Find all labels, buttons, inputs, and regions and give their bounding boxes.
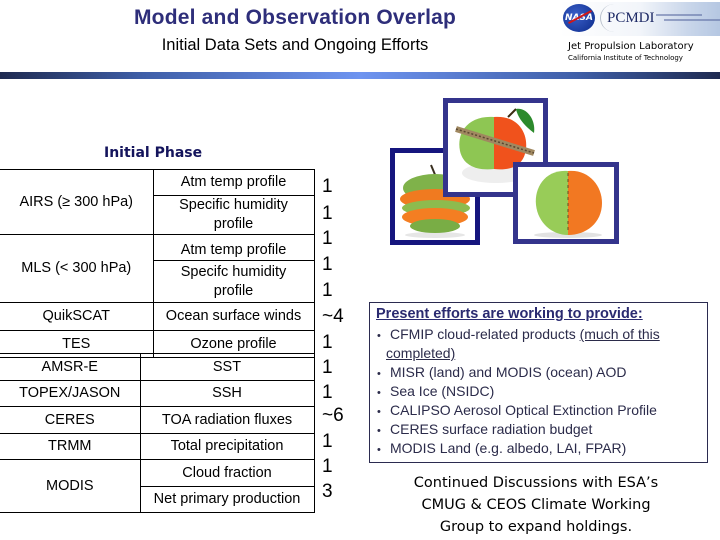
page-subtitle: Initial Data Sets and Ongoing Efforts	[161, 36, 429, 54]
datasets-table-lower: AMSR-E SST TOPEX/JASON SSH CERES TOA rad…	[0, 353, 315, 513]
discussion-note: Continued Discussions with ESA’s CMUG & …	[386, 472, 686, 538]
section-heading: Initial Phase	[104, 145, 203, 161]
count-value: ~6	[322, 405, 344, 426]
instrument-cell: QuikSCAT	[0, 302, 154, 331]
efforts-item-note: completed)	[386, 345, 456, 361]
table-row: TRMM Total precipitation	[0, 433, 315, 460]
efforts-item-note: (much of this	[579, 326, 660, 342]
count-value: 1	[322, 280, 333, 301]
instrument-cell: MLS (< 300 hPa)	[0, 234, 154, 303]
pcmdi-tagline-decoration	[656, 14, 702, 16]
count-value: 1	[322, 228, 333, 249]
efforts-item-text: CALIPSO Aerosol Optical Extinction Profi…	[390, 402, 657, 418]
instrument-cell: MODIS	[0, 459, 141, 513]
product-cell: SSH	[140, 380, 315, 407]
efforts-item-text: MODIS Land (e.g. albedo, LAI, FPAR)	[390, 440, 627, 456]
table-row: AMSR-E SST	[0, 353, 315, 381]
efforts-list-item: • CFMIP cloud-related products (much of t…	[377, 326, 660, 342]
count-value: 1	[322, 254, 333, 275]
caltech-logo-text: California Institute of Technology	[568, 54, 683, 62]
instrument-cell: AIRS (≥ 300 hPa)	[0, 169, 154, 235]
product-cell: Ocean surface winds	[153, 302, 315, 331]
efforts-list-item: • MISR (land) and MODIS (ocean) AOD	[377, 364, 627, 380]
efforts-list-item: • Sea Ice (NSIDC)	[377, 383, 494, 399]
count-value: 1	[322, 456, 333, 477]
pcmdi-tagline-decoration	[664, 19, 720, 21]
table-row: QuikSCAT Ocean surface winds	[0, 302, 315, 331]
stitched-apple-orange-image	[513, 162, 619, 244]
efforts-heading: Present efforts are working to provide:	[376, 306, 643, 322]
count-value: 1	[322, 332, 333, 353]
bullet-icon: •	[377, 425, 381, 437]
stitched-fruit-icon	[534, 170, 602, 238]
instrument-cell: TRMM	[0, 433, 141, 460]
product-cell: Total precipitation	[140, 433, 315, 460]
product-cell: Atm temp profile	[153, 234, 315, 261]
product-cell: Specifc humidity profile	[153, 260, 315, 303]
instrument-cell: TOPEX/JASON	[0, 380, 141, 407]
efforts-list-item: • CERES surface radiation budget	[377, 421, 592, 437]
bullet-icon: •	[377, 444, 381, 456]
datasets-table-upper: AIRS (≥ 300 hPa) Atm temp profile Specif…	[0, 169, 315, 358]
count-value: 3	[322, 481, 333, 502]
page-title: Model and Observation Overlap	[133, 6, 457, 29]
table-row: TOPEX/JASON SSH	[0, 380, 315, 407]
bullet-icon: •	[377, 330, 381, 342]
jpl-logo-text: Jet Propulsion Laboratory	[568, 41, 694, 52]
efforts-list-item-continuation: completed)	[386, 345, 455, 361]
instrument-cell: AMSR-E	[0, 353, 141, 381]
table-row: MLS (< 300 hPa) Atm temp profile	[0, 234, 315, 303]
product-cell: Net primary production	[140, 486, 315, 513]
product-cell: Specific humidity profile	[153, 195, 315, 235]
discussion-line: Continued Discussions with ESA’s	[413, 475, 659, 491]
instrument-cell: CERES	[0, 406, 141, 434]
count-value: 1	[322, 203, 333, 224]
count-value: 1	[322, 357, 333, 378]
discussion-line: Group to expand holdings.	[439, 519, 633, 535]
product-cell: Cloud fraction	[140, 459, 315, 487]
header-divider-bar	[0, 72, 720, 79]
efforts-item-text: MISR (land) and MODIS (ocean) AOD	[390, 364, 627, 380]
count-value: 1	[322, 176, 333, 197]
pcmdi-logo: PCMDI	[600, 4, 655, 32]
product-cell: TOA radiation fluxes	[140, 406, 315, 434]
efforts-list-item: • MODIS Land (e.g. albedo, LAI, FPAR)	[377, 440, 626, 456]
table-row: CERES TOA radiation fluxes	[0, 406, 315, 434]
product-cell: Atm temp profile	[153, 169, 315, 196]
count-value: 1	[322, 431, 333, 452]
bullet-icon: •	[377, 387, 381, 399]
efforts-item-text: CFMIP cloud-related products	[390, 326, 580, 342]
count-value: ~4	[322, 306, 344, 327]
table-row: AIRS (≥ 300 hPa) Atm temp profile	[0, 169, 315, 235]
discussion-line: CMUG & CEOS Climate Working	[421, 497, 651, 513]
table-row: MODIS Cloud fraction	[0, 459, 315, 513]
bullet-icon: •	[377, 368, 381, 380]
efforts-list-item: • CALIPSO Aerosol Optical Extinction Prof…	[377, 402, 657, 418]
count-value: 1	[322, 382, 333, 403]
efforts-item-text: CERES surface radiation budget	[390, 421, 593, 437]
product-cell: SST	[140, 353, 315, 381]
bullet-icon: •	[377, 406, 381, 418]
efforts-item-text: Sea Ice (NSIDC)	[390, 383, 495, 399]
